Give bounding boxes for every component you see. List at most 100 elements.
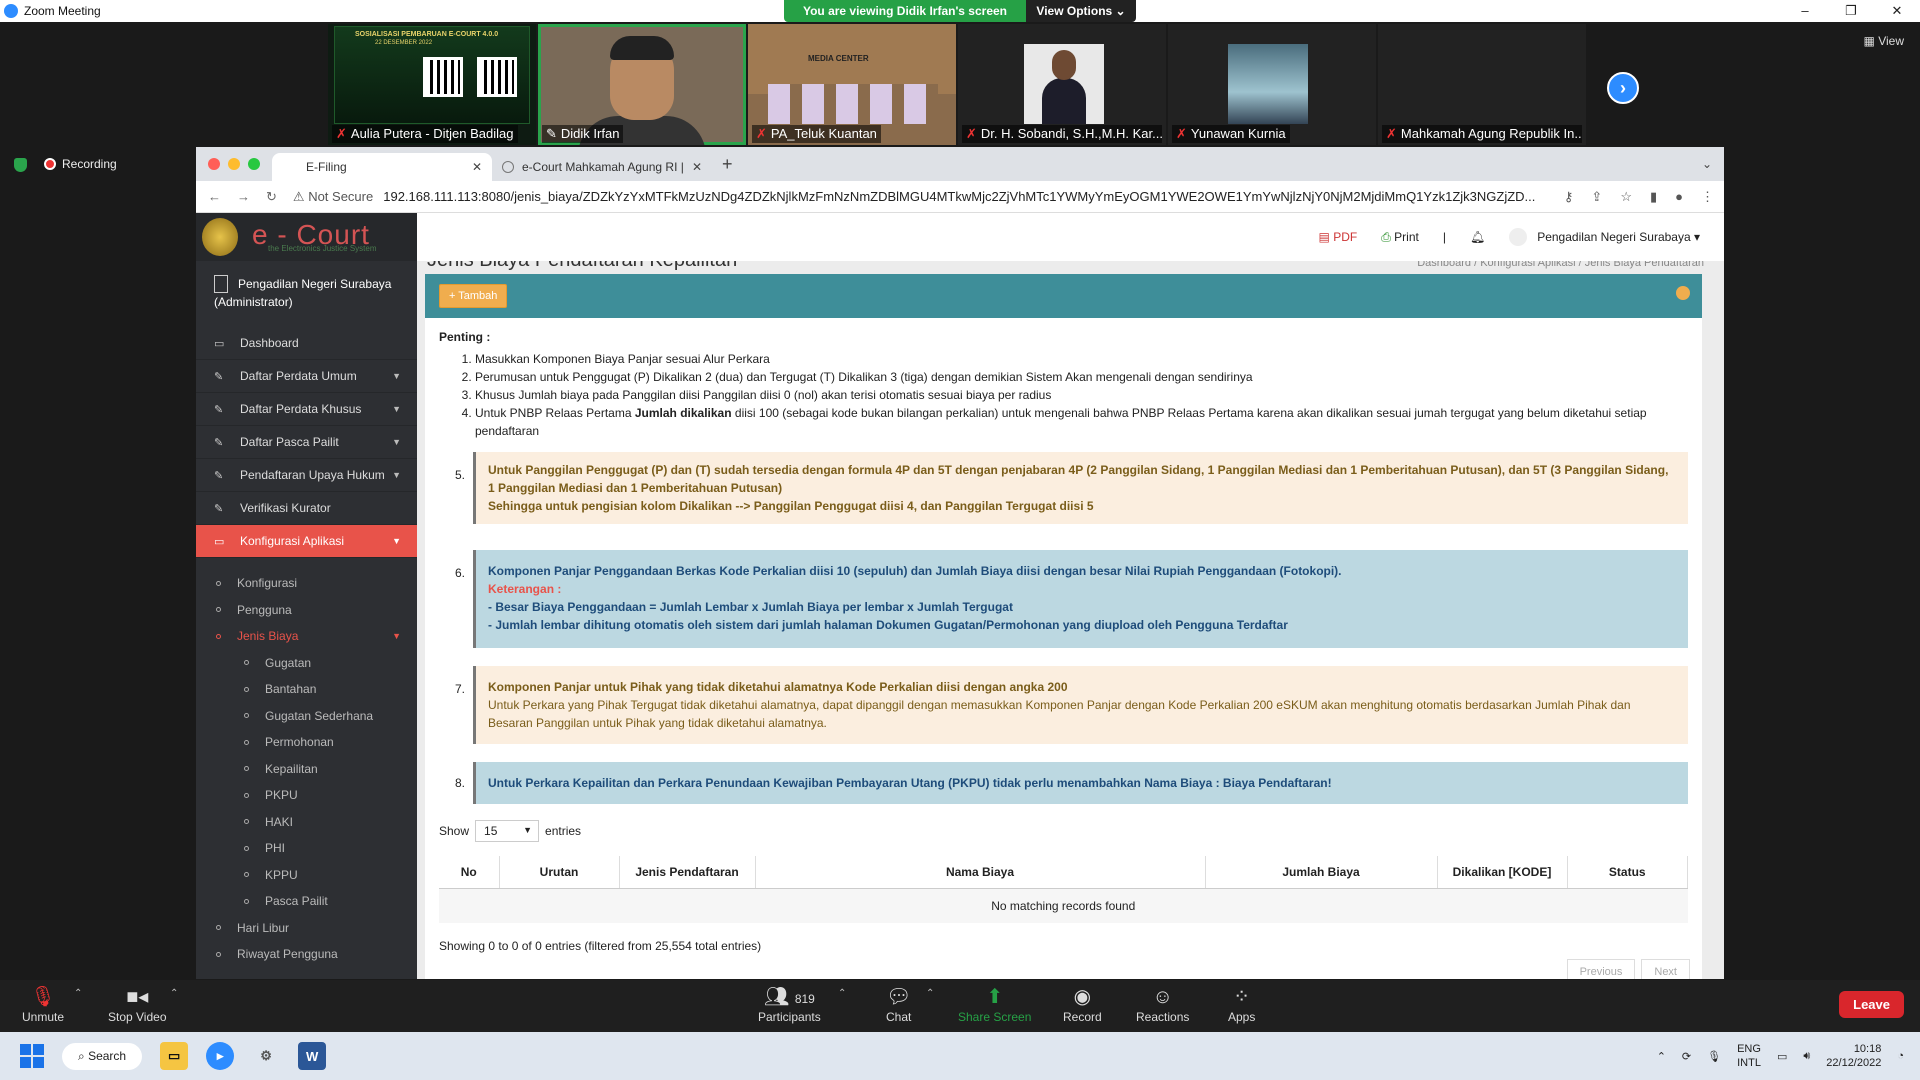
word-app-icon[interactable]: W <box>298 1042 327 1070</box>
submenu-item-riwayat-pengguna[interactable]: Riwayat Pengguna <box>216 941 417 968</box>
profile-icon[interactable]: ● <box>1675 189 1683 205</box>
url-input[interactable]: 192.168.111.113:8080/jenis_biaya/ZDZkYzY… <box>383 189 1535 204</box>
video-tile[interactable]: ✗ Dr. H. Sobandi, S.H.,M.H. Kar... <box>958 24 1166 145</box>
video-tile[interactable]: ✗ Yunawan Kurnia <box>1168 24 1376 145</box>
submenu-item-haki[interactable]: HAKI <box>216 809 417 836</box>
video-tile[interactable]: ✎ Didik Irfan <box>538 24 746 145</box>
minimize-button[interactable]: – <box>1782 0 1828 22</box>
caret-up-icon[interactable]: ⌃ <box>170 988 178 999</box>
back-icon[interactable]: ← <box>208 189 221 204</box>
language-indicator[interactable]: ENG INTL <box>1737 1042 1761 1070</box>
star-icon[interactable]: ☆ <box>1620 189 1632 205</box>
maximize-dot-icon[interactable] <box>248 158 260 170</box>
submenu-item-pengguna[interactable]: Pengguna <box>216 597 417 624</box>
key-icon[interactable]: ⚷ <box>1564 189 1574 205</box>
apps-button[interactable]: ⁘ Apps <box>1228 984 1255 1024</box>
column-header[interactable]: Jumlah Biaya <box>1205 856 1438 889</box>
file-explorer-icon[interactable]: ▭ <box>160 1042 189 1070</box>
unmute-button[interactable]: 🎙︎ Unmute ⌃ <box>22 984 82 1024</box>
share-screen-button[interactable]: ⬆ Share Screen <box>958 984 1031 1024</box>
submenu-item-hari-libur[interactable]: Hari Libur <box>216 915 417 942</box>
submenu-item-permohonan[interactable]: Permohonan <box>216 729 417 756</box>
bell-icon[interactable]: 🔔︎ <box>1470 230 1485 244</box>
next-page-arrow-icon[interactable]: › <box>1607 72 1639 104</box>
speaker-icon[interactable]: 🔊︎ <box>1803 1050 1810 1063</box>
sidebar-item-pasca-pailit[interactable]: ✎ Daftar Pasca Pailit ▼ <box>196 426 417 459</box>
sidebar-item-perdata-khusus[interactable]: ✎ Daftar Perdata Khusus ▼ <box>196 393 417 426</box>
recording-indicator[interactable]: Recording <box>44 157 117 171</box>
settings-icon[interactable]: ⚙ <box>252 1042 280 1070</box>
column-header[interactable]: Dikalikan [KODE] <box>1437 856 1568 889</box>
new-tab-icon[interactable]: + <box>722 154 733 175</box>
chat-button[interactable]: 💬︎ Chat ⌃ <box>886 984 934 1024</box>
clock[interactable]: 10:18 22/12/2022 <box>1826 1042 1881 1070</box>
microphone-icon[interactable]: 🎙︎ <box>1707 1050 1721 1063</box>
column-header[interactable]: Nama Biaya <box>755 856 1206 889</box>
submenu-item-kepailitan[interactable]: Kepailitan <box>216 756 417 783</box>
sidebar-item-konfigurasi-aplikasi[interactable]: ▭ Konfigurasi Aplikasi ▼ <box>196 525 417 558</box>
browser-tab[interactable]: e-Court Mahkamah Agung RI | ✕ <box>492 153 712 181</box>
video-tile[interactable]: MEDIA CENTER ✗ PA_Teluk Kuantan <box>748 24 956 145</box>
maximize-button[interactable]: ❐ <box>1828 0 1874 22</box>
column-header[interactable]: Urutan <box>499 856 620 889</box>
chevron-up-icon[interactable]: ⌃ <box>1657 1050 1666 1063</box>
sync-icon[interactable]: ⟳ <box>1682 1050 1691 1063</box>
sidebar-toggle-icon[interactable]: ▮ <box>1650 189 1657 205</box>
record-button[interactable]: ◉ Record <box>1063 984 1102 1024</box>
participants-button[interactable]: 👥︎ 819 Participants ⌃ <box>758 984 846 1024</box>
sidebar-item-verifikasi-kurator[interactable]: ✎ Verifikasi Kurator <box>196 492 417 525</box>
close-tab-icon[interactable]: ✕ <box>472 160 482 174</box>
minimize-dot-icon[interactable] <box>228 158 240 170</box>
submenu-item-phi[interactable]: PHI <box>216 835 417 862</box>
submenu-item-jenis-biaya[interactable]: Jenis Biaya ▼ <box>216 623 417 650</box>
close-button[interactable]: ✕ <box>1874 0 1920 22</box>
view-button[interactable]: ▦ View <box>1864 34 1904 48</box>
shield-icon[interactable] <box>14 158 27 172</box>
submenu-item-gugatan-sederhana[interactable]: Gugatan Sederhana <box>216 703 417 730</box>
chevron-down-icon[interactable]: ⌄ <box>1702 157 1712 171</box>
caret-up-icon[interactable]: ⌃ <box>926 988 934 999</box>
sidebar-item-perdata-umum[interactable]: ✎ Daftar Perdata Umum ▼ <box>196 360 417 393</box>
next-button[interactable]: Next <box>1641 959 1690 979</box>
breadcrumb[interactable]: Dashboard / Konfigurasi Aplikasi / Jenis… <box>1417 261 1704 269</box>
submenu-item-gugatan[interactable]: Gugatan <box>216 650 417 677</box>
column-header[interactable]: Jenis Pendaftaran <box>619 856 756 889</box>
reactions-button[interactable]: ☺ Reactions <box>1136 984 1189 1024</box>
previous-button[interactable]: Previous <box>1566 959 1636 979</box>
submenu-item-konfigurasi[interactable]: Konfigurasi <box>216 570 417 597</box>
browser-tab[interactable]: E-Filing ✕ <box>272 153 492 181</box>
stop-video-button[interactable]: ■◂ Stop Video ⌃ <box>108 984 178 1024</box>
submenu-item-pkpu[interactable]: PKPU <box>216 782 417 809</box>
print-button[interactable]: ⎙ Print <box>1381 230 1419 245</box>
column-header[interactable]: Status <box>1567 856 1688 889</box>
caret-up-icon[interactable]: ⌃ <box>838 988 846 999</box>
submenu-item-pasca-pailit[interactable]: Pasca Pailit <box>216 888 417 915</box>
submenu-item-kppu[interactable]: KPPU <box>216 862 417 889</box>
menu-dots-icon[interactable]: ⋮ <box>1701 189 1714 205</box>
account-menu[interactable]: Pengadilan Negeri Surabaya ▾ <box>1509 228 1700 246</box>
forward-icon[interactable]: → <box>237 189 250 204</box>
share-icon[interactable]: ⇪ <box>1591 189 1602 205</box>
video-tile[interactable]: SOSIALISASI PEMBARUAN E-COURT 4.0.0 22 D… <box>328 24 536 145</box>
not-secure-label[interactable]: ⚠ Not Secure <box>293 189 373 205</box>
close-dot-icon[interactable] <box>208 158 220 170</box>
page-length-select[interactable]: 15 ▼ <box>475 820 540 842</box>
zoom-app-icon[interactable]: ▸ <box>206 1042 235 1070</box>
reload-icon[interactable]: ↻ <box>266 189 277 205</box>
sidebar-item-upaya-hukum[interactable]: ✎ Pendaftaran Upaya Hukum ▼ <box>196 459 417 492</box>
pdf-button[interactable]: ▤ PDF <box>1319 230 1358 244</box>
sidebar-item-dashboard[interactable]: ▭ Dashboard <box>196 327 417 360</box>
submenu-item-bantahan[interactable]: Bantahan <box>216 676 417 703</box>
leave-button[interactable]: Leave <box>1839 991 1904 1018</box>
close-tab-icon[interactable]: ✕ <box>692 160 702 174</box>
taskbar-search[interactable]: ⌕ Search <box>62 1042 143 1070</box>
column-header[interactable]: No <box>439 856 500 889</box>
caret-up-icon[interactable]: ⌃ <box>74 988 82 999</box>
network-icon[interactable]: ▭ <box>1777 1050 1787 1063</box>
notification-icon[interactable]: ◔ <box>1897 1050 1904 1062</box>
collapse-icon[interactable] <box>1676 286 1690 300</box>
video-tile[interactable]: ✗ Mahkamah Agung Republik In... <box>1378 24 1586 145</box>
add-button[interactable]: + Tambah <box>439 284 508 308</box>
windows-start-icon[interactable] <box>20 1044 44 1068</box>
view-options-button[interactable]: View Options ⌄ <box>1026 0 1136 22</box>
